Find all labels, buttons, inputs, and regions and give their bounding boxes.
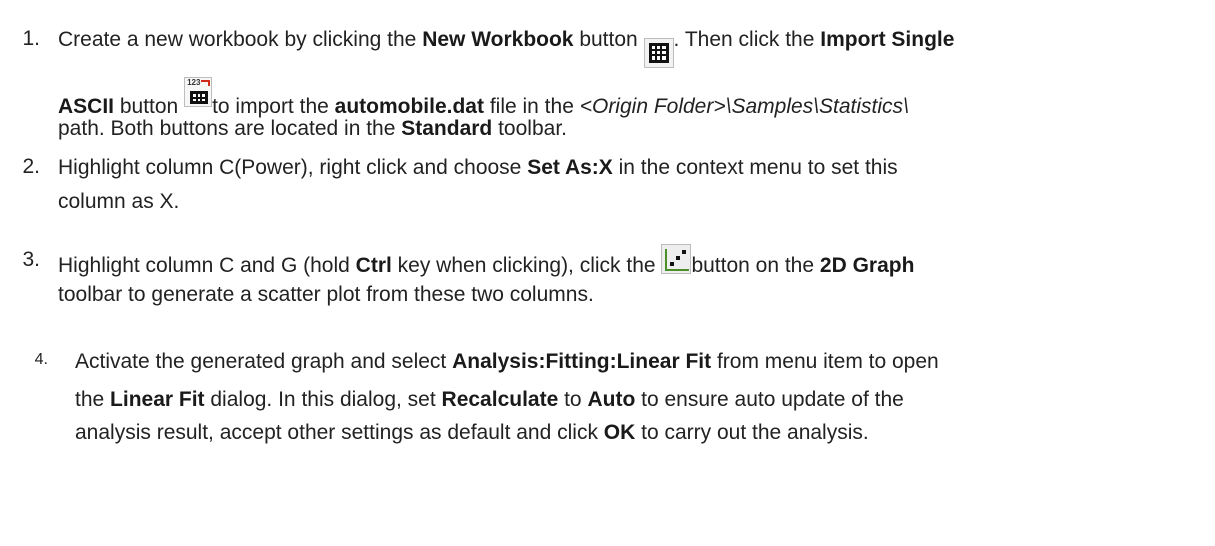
step-number: 4.: [34, 351, 48, 368]
step-1-line-1: Create a new workbook by clicking the Ne…: [58, 27, 954, 68]
scatter-plot-icon[interactable]: [661, 244, 692, 274]
new-workbook-icon[interactable]: [643, 37, 674, 68]
step-2-line-1: Highlight column C(Power), right click a…: [58, 156, 898, 179]
step-3-line-2: toolbar to generate a scatter plot from …: [58, 283, 594, 306]
scatter-axis-x: [665, 269, 690, 271]
step-1-line-2: ASCII button 123 to import the automobil…: [58, 77, 909, 118]
step-4-line-1: Activate the generated graph and select …: [75, 350, 939, 373]
scatter-point: [682, 250, 687, 254]
step-3-line-1: Highlight column C and G (hold Ctrl key …: [58, 244, 914, 279]
step-1-line-3: path. Both buttons are located in the St…: [58, 117, 567, 140]
import-grid-icon: [190, 91, 209, 104]
step-4-line-3: analysis result, accept other settings a…: [75, 421, 869, 444]
step-2-line-2: column as X.: [58, 190, 180, 213]
step-number: 3.: [22, 248, 40, 271]
step-number: 1.: [22, 27, 40, 50]
import-single-ascii-icon[interactable]: 123: [184, 77, 213, 107]
step-number: 2.: [22, 155, 40, 178]
import-badge-text: 123: [187, 78, 201, 87]
scatter-point: [670, 262, 675, 266]
step-4-line-2: the Linear Fit dialog. In this dialog, s…: [75, 388, 904, 411]
scatter-point: [676, 256, 681, 260]
scatter-axis-y: [665, 249, 668, 271]
import-arrow-icon: [201, 80, 211, 86]
